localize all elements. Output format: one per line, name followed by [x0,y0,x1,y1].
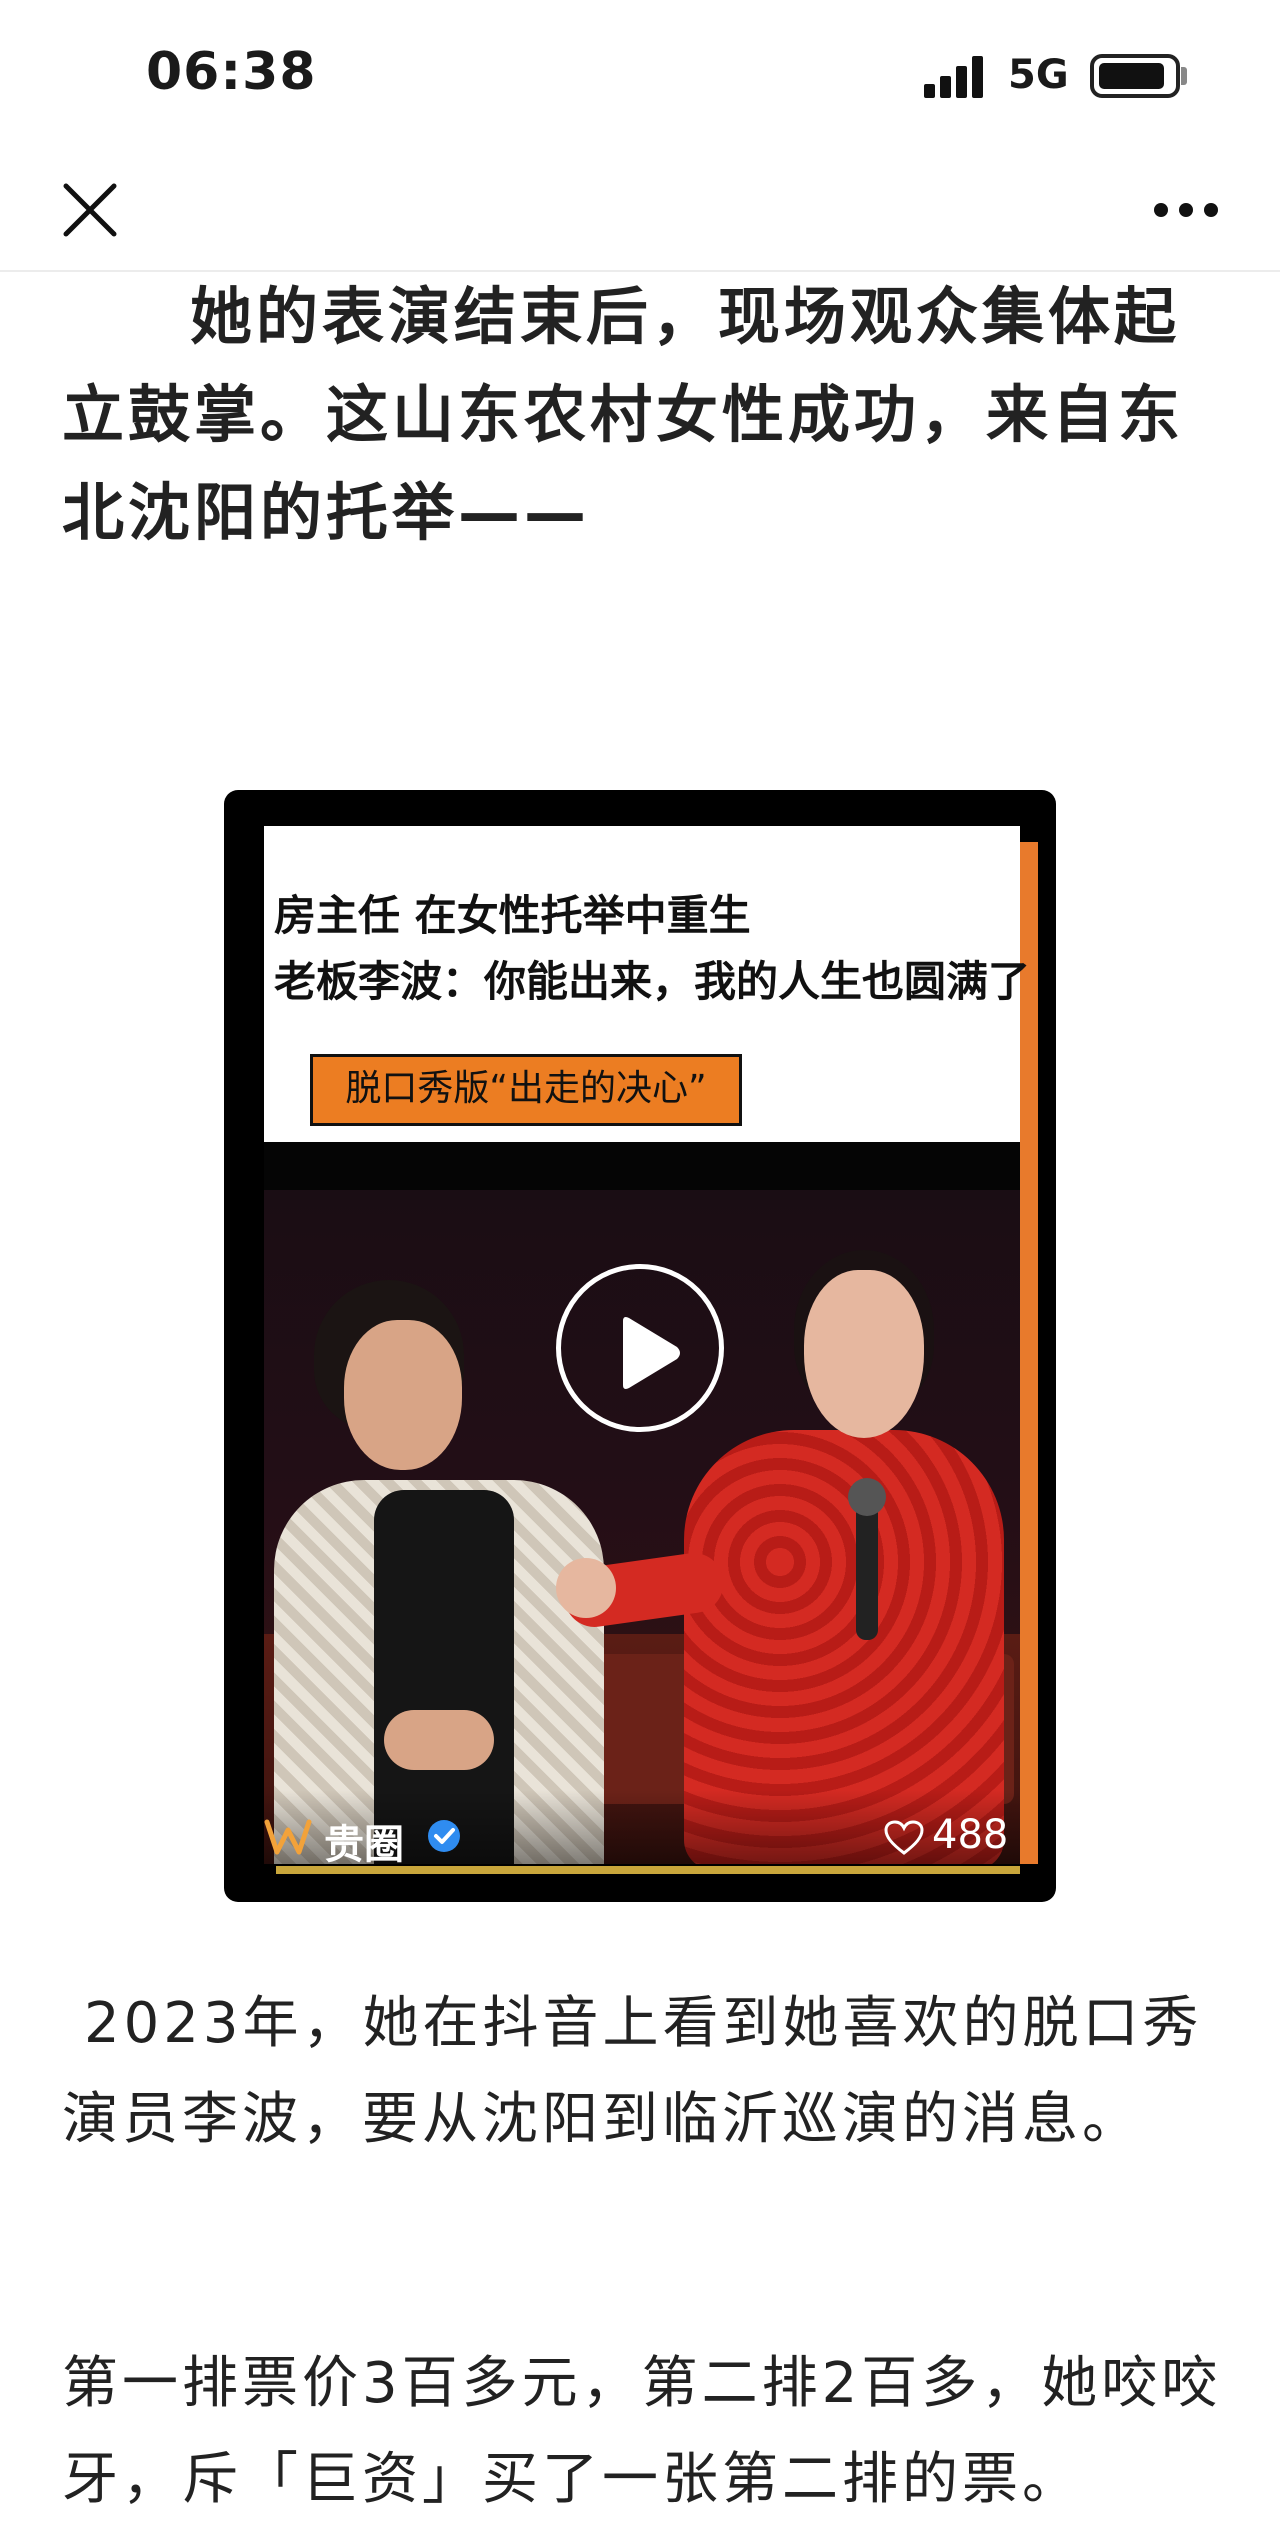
person-right-hand [556,1558,616,1618]
microphone-head [848,1478,886,1516]
more-icon-dot [1179,203,1193,217]
battery-icon [1090,54,1180,98]
more-icon [1154,203,1168,217]
person-left-hands [384,1710,494,1770]
account-logo-icon [264,1819,312,1855]
article-paragraph-2: 2023年，她在抖音上看到她喜欢的脱口秀演员李波，要从沈阳到临沂巡演的消息。 [62,1991,1203,2152]
account-name[interactable]: 贵圈 [324,1812,404,1870]
verified-icon [428,1820,460,1852]
video-headline-2: 老板李波：你能出来，我的人生也圆满了 [274,957,1031,1006]
status-bar: 06:38 5G [0,0,1280,150]
video-title-card: 房主任 在女性托举中重生 老板李波：你能出来，我的人生也圆满了 脱口秀版“出走的… [264,826,1030,1142]
video-tag: 脱口秀版“出走的决心” [310,1054,742,1126]
heart-icon[interactable] [884,1820,924,1856]
status-time: 06:38 [146,42,317,102]
video-headline-1: 房主任 在女性托举中重生 [274,891,751,940]
more-button[interactable] [1146,180,1226,240]
close-button[interactable] [50,170,130,250]
battery-level [1099,63,1164,89]
battery-tip [1181,67,1187,85]
play-button[interactable] [556,1264,724,1432]
play-icon [623,1317,680,1389]
person-right-face [804,1270,924,1438]
article-paragraph-3: 第一排票价3百多元，第二排2百多，她咬咬牙，斥「巨资」买了一张第二排的票。 [62,2351,1222,2512]
like-count: 488 [932,1812,1009,1858]
person-left-face [344,1320,462,1470]
video-divider-band [264,1142,1020,1190]
nav-bar [0,150,1280,272]
network-type: 5G [1008,52,1069,98]
article-paragraph-1: 她的表演结束后，现场观众集体起立鼓掌。这山东农村女性成功，来自东北沈阳的托举—— [62,280,1185,549]
close-icon [63,183,117,237]
cellular-signal-icon [924,54,986,98]
video-progress-fill [276,1866,1020,1874]
more-icon-dot [1204,203,1218,217]
video-player[interactable]: 房主任 在女性托举中重生 老板李波：你能出来，我的人生也圆满了 脱口秀版“出走的… [224,790,1056,1902]
